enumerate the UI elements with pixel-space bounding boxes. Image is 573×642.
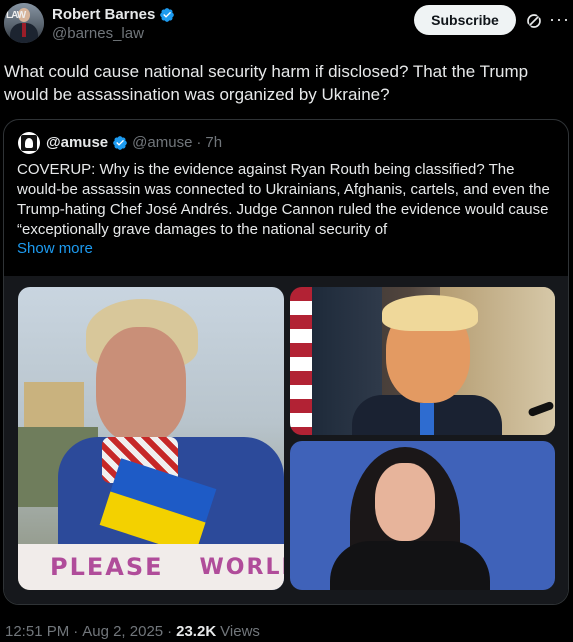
sign-word-2: WORLD bbox=[199, 554, 284, 580]
author-name[interactable]: Robert Barnes bbox=[52, 6, 155, 23]
author-name-row[interactable]: Robert Barnes bbox=[52, 6, 175, 23]
quote-time[interactable]: 7h bbox=[205, 134, 222, 151]
more-icon[interactable]: ··· bbox=[549, 9, 570, 30]
avatar-logo-text: LAW bbox=[6, 10, 26, 21]
show-more-link[interactable]: Show more bbox=[17, 240, 93, 257]
author-handle[interactable]: @barnes_law bbox=[52, 25, 144, 42]
grok-icon[interactable] bbox=[525, 12, 543, 30]
meta-separator: · bbox=[73, 623, 79, 640]
quote-author-name[interactable]: @amuse bbox=[46, 134, 108, 151]
tweet-text: What could cause national security harm … bbox=[4, 62, 529, 104]
post-meta: 12:51 PM · Aug 2, 2025 · 23.2K Views bbox=[5, 623, 260, 640]
judge-photo[interactable] bbox=[290, 441, 555, 590]
post-date[interactable]: Aug 2, 2025 bbox=[82, 623, 163, 640]
meta-separator: · bbox=[167, 623, 173, 640]
protester-photo[interactable]: PLEASE WORLD bbox=[18, 287, 284, 590]
quote-avatar[interactable] bbox=[18, 132, 40, 154]
quote-media-grid: PLEASE WORLD bbox=[4, 276, 568, 604]
post-time[interactable]: 12:51 PM bbox=[5, 623, 69, 640]
sign-word-1: PLEASE bbox=[50, 553, 164, 581]
author-avatar[interactable]: LAW bbox=[4, 3, 44, 43]
trump-photo[interactable] bbox=[290, 287, 555, 435]
quote-header: @amuse @amuse · 7h bbox=[46, 134, 222, 151]
quote-text: COVERUP: Why is the evidence against Rya… bbox=[17, 161, 550, 238]
protest-sign: PLEASE WORLD bbox=[18, 544, 284, 590]
views-count: 23.2K bbox=[176, 623, 217, 640]
quote-author-handle[interactable]: @amuse bbox=[132, 134, 192, 151]
quote-separator: · bbox=[196, 134, 202, 151]
views-label: Views bbox=[220, 623, 260, 640]
quoted-post[interactable]: @amuse @amuse · 7h COVERUP: Why is the e… bbox=[3, 119, 569, 605]
verified-badge-icon bbox=[160, 7, 175, 22]
verified-badge-icon bbox=[113, 135, 127, 150]
subscribe-button[interactable]: Subscribe bbox=[414, 5, 516, 35]
